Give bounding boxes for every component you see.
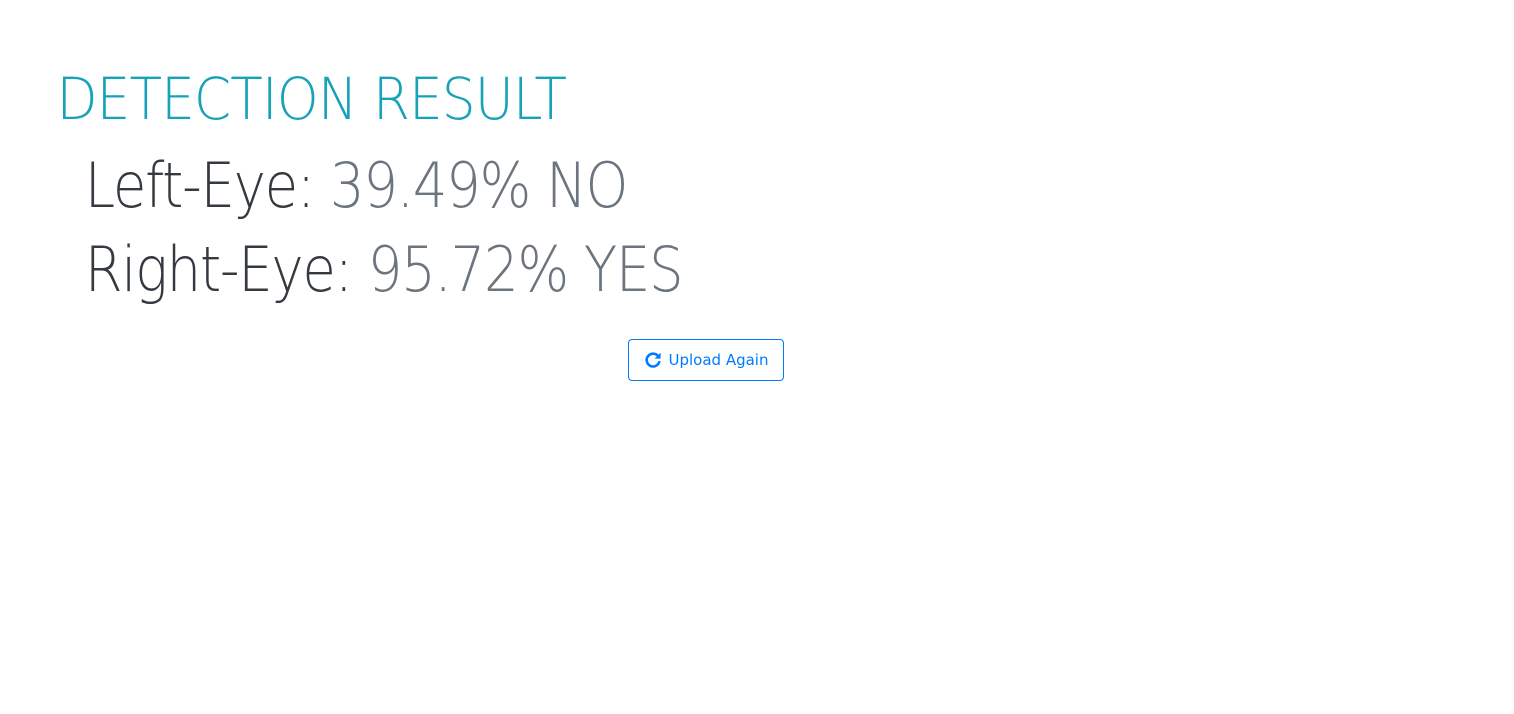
left-eye-label: Left-Eye: <box>84 149 315 222</box>
right-eye-result: Right-Eye: 95.72% YES <box>85 233 1328 307</box>
upload-again-button[interactable]: Upload Again <box>628 339 784 381</box>
left-eye-value: 39.49% NO <box>329 149 629 222</box>
right-eye-label: Right-Eye: <box>84 233 353 306</box>
redo-icon <box>644 351 662 369</box>
left-eye-result: Left-Eye: 39.49% NO <box>85 149 1328 223</box>
detection-result-page: DETECTION RESULT Left-Eye: 39.49% NO Rig… <box>0 0 1514 714</box>
upload-again-label: Upload Again <box>668 351 769 369</box>
right-eye-value: 95.72% YES <box>367 233 684 306</box>
page-title: DETECTION RESULT <box>56 65 567 133</box>
